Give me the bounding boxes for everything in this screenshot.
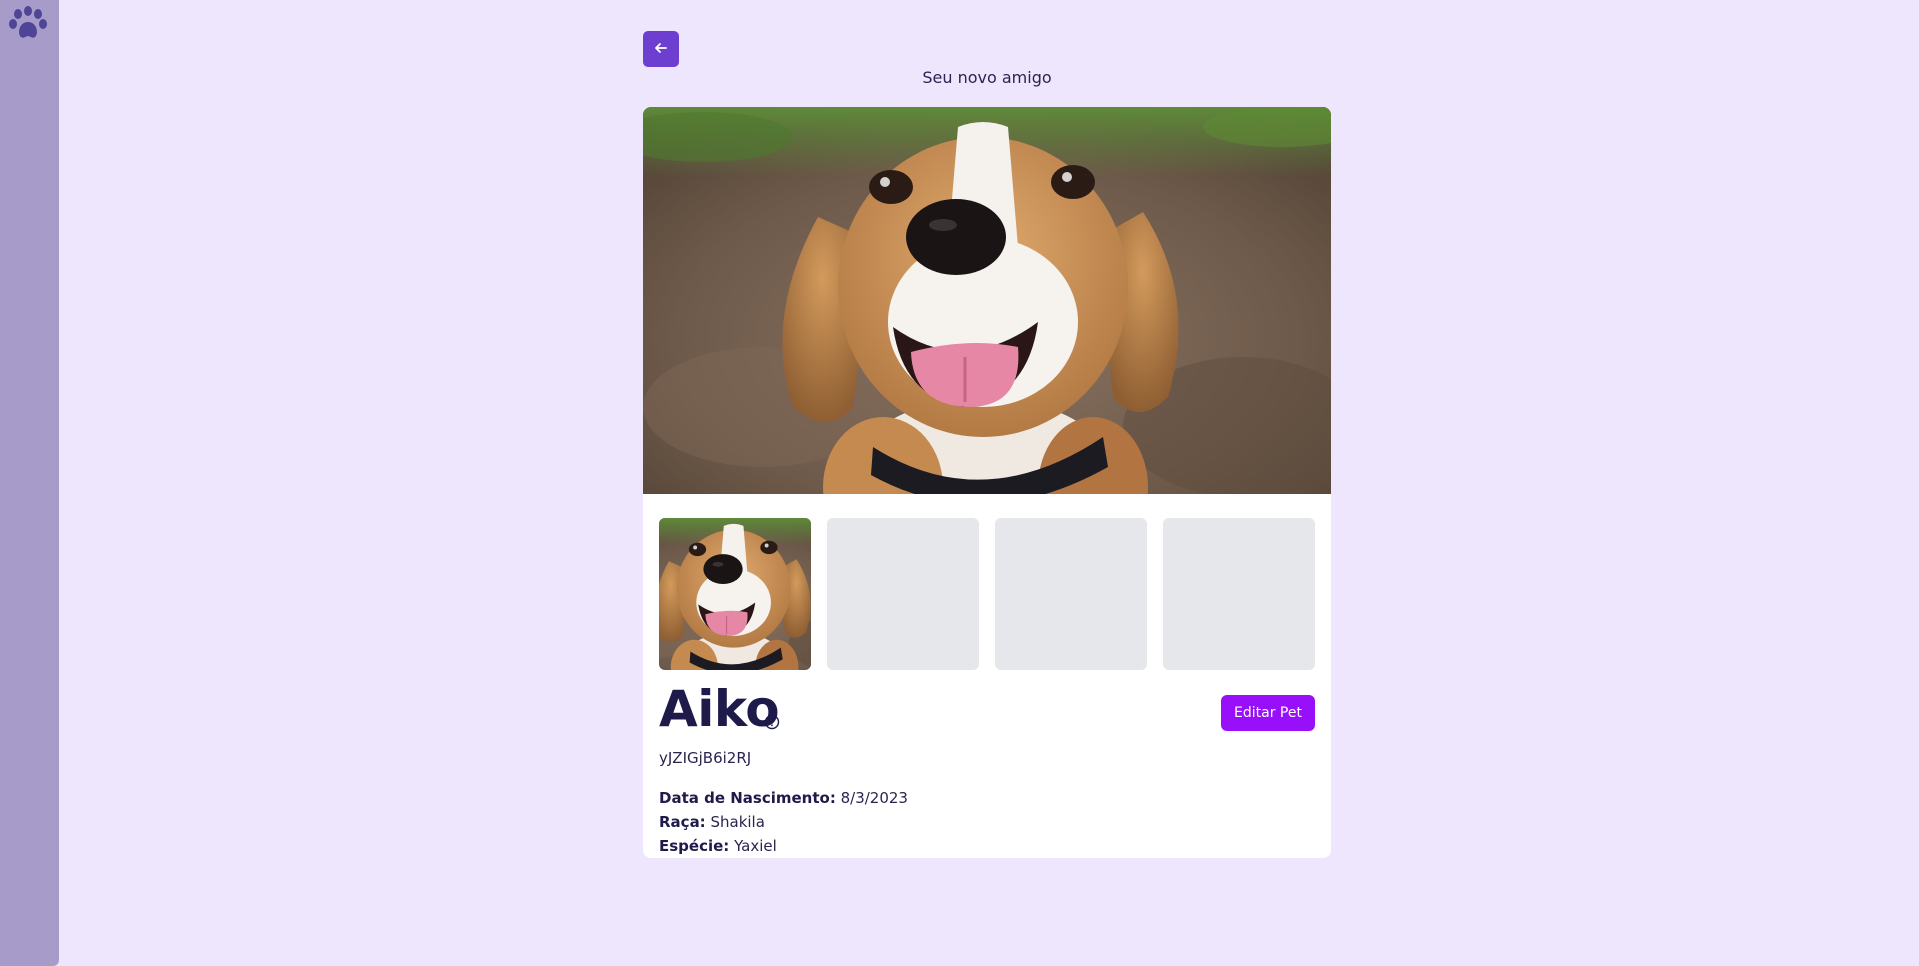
birth-date-label: Data de Nascimento: bbox=[659, 789, 836, 807]
arrow-left-icon bbox=[654, 40, 668, 59]
birth-date-value: 8/3/2023 bbox=[840, 789, 908, 807]
back-button[interactable] bbox=[643, 31, 679, 67]
pet-name: Aiko bbox=[659, 680, 780, 738]
birth-date-row: Data de Nascimento: 8/3/2023 bbox=[659, 789, 908, 807]
species-label: Espécie: bbox=[659, 837, 730, 855]
main-pet-photo bbox=[643, 107, 1331, 494]
species-value: Yaxiel bbox=[734, 837, 777, 855]
species-row: Espécie: Yaxiel bbox=[659, 837, 777, 855]
breed-label: Raça: bbox=[659, 813, 706, 831]
edit-pet-button[interactable]: Editar Pet bbox=[1221, 695, 1315, 731]
thumbnail-4[interactable] bbox=[1163, 518, 1315, 670]
thumbnail-1[interactable] bbox=[659, 518, 811, 670]
breed-value: Shakila bbox=[710, 813, 765, 831]
pet-card: Aiko Editar Pet yJZIGjB6i2RJ Data de Nas… bbox=[643, 107, 1331, 858]
thumbnail-2[interactable] bbox=[827, 518, 979, 670]
sidebar bbox=[0, 0, 59, 966]
paw-icon[interactable] bbox=[9, 6, 47, 42]
pet-code: yJZIGjB6i2RJ bbox=[659, 749, 752, 767]
page-subtitle: Seu novo amigo bbox=[922, 68, 1052, 87]
breed-row: Raça: Shakila bbox=[659, 813, 765, 831]
thumbnail-3[interactable] bbox=[995, 518, 1147, 670]
question-circle-icon[interactable] bbox=[764, 714, 780, 730]
